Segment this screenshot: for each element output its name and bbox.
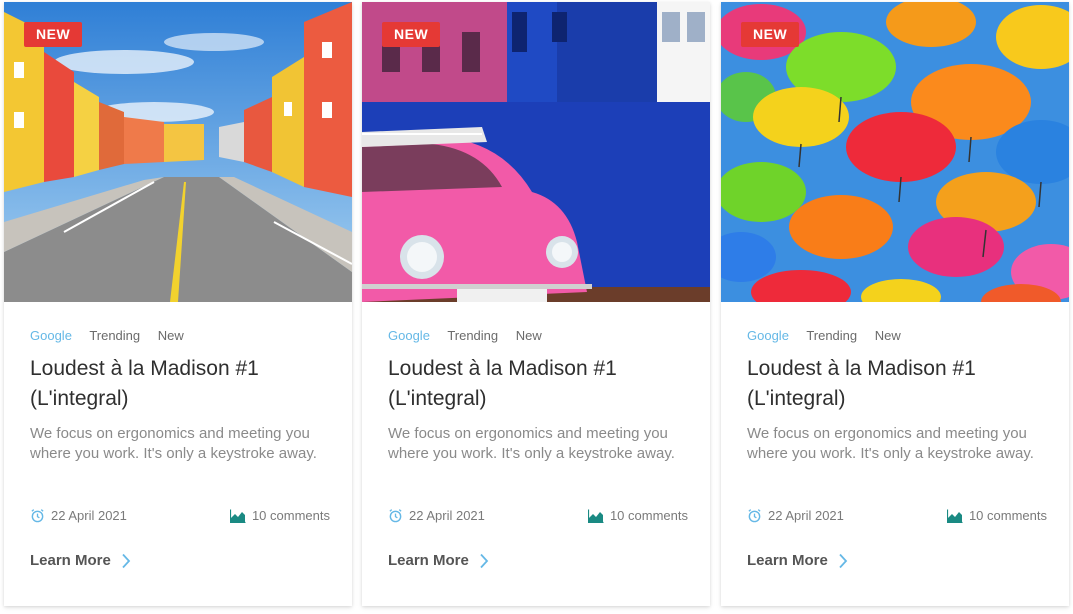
tag-trending[interactable]: Trending: [89, 328, 140, 343]
area-chart-icon: [587, 509, 604, 523]
comments-text: 10 comments: [609, 508, 688, 523]
tag-list: Google Trending New: [30, 328, 198, 343]
card-date: 22 April 2021: [30, 508, 127, 523]
tag-new[interactable]: New: [516, 328, 542, 343]
street-illustration: [4, 2, 352, 302]
new-badge: NEW: [24, 22, 83, 47]
area-chart-icon: [946, 509, 963, 523]
comments-text: 10 comments: [251, 508, 330, 523]
tag-new[interactable]: New: [875, 328, 901, 343]
date-text: 22 April 2021: [51, 508, 127, 523]
card-date: 22 April 2021: [388, 508, 485, 523]
card-comments: 10 comments: [946, 508, 1047, 523]
alarm-clock-icon: [31, 509, 44, 523]
comments-text: 10 comments: [968, 508, 1047, 523]
card-title[interactable]: Loudest à la Madison #1 (L'integral): [747, 354, 1047, 414]
card-title[interactable]: Loudest à la Madison #1 (L'integral): [388, 354, 688, 414]
date-text: 22 April 2021: [409, 508, 485, 523]
learn-more-link[interactable]: Learn More: [30, 552, 131, 569]
card-description: We focus on ergonomics and meeting you w…: [747, 425, 1034, 462]
blog-card[interactable]: NEW Google Trending New Loudest à la Mad…: [4, 2, 352, 606]
learn-more-label: Learn More: [747, 552, 828, 569]
tag-google[interactable]: Google: [30, 328, 72, 343]
tag-trending[interactable]: Trending: [447, 328, 498, 343]
blog-card[interactable]: NEW Google Trending New Loudest à la Mad…: [362, 2, 710, 606]
tag-trending[interactable]: Trending: [806, 328, 857, 343]
chevron-right-icon: [839, 553, 848, 568]
date-text: 22 April 2021: [768, 508, 844, 523]
learn-more-label: Learn More: [388, 552, 469, 569]
car-photo[interactable]: [362, 2, 710, 302]
tag-google[interactable]: Google: [388, 328, 430, 343]
chevron-right-icon: [480, 553, 489, 568]
alarm-clock-icon: [389, 509, 402, 523]
blog-card[interactable]: NEW Google Trending New Loudest à la Mad…: [721, 2, 1069, 606]
area-chart-icon: [229, 509, 246, 523]
tag-new[interactable]: New: [158, 328, 184, 343]
umbrellas-photo[interactable]: [721, 2, 1069, 302]
tag-list: Google Trending New: [747, 328, 915, 343]
new-badge: NEW: [741, 22, 800, 47]
learn-more-link[interactable]: Learn More: [747, 552, 848, 569]
street-photo[interactable]: [4, 2, 352, 302]
card-date: 22 April 2021: [747, 508, 844, 523]
card-description: We focus on ergonomics and meeting you w…: [30, 425, 317, 462]
card-description: We focus on ergonomics and meeting you w…: [388, 425, 675, 462]
alarm-clock-icon: [748, 509, 761, 523]
tag-list: Google Trending New: [388, 328, 556, 343]
tag-google[interactable]: Google: [747, 328, 789, 343]
card-title[interactable]: Loudest à la Madison #1 (L'integral): [30, 354, 330, 414]
learn-more-label: Learn More: [30, 552, 111, 569]
card-comments: 10 comments: [229, 508, 330, 523]
learn-more-link[interactable]: Learn More: [388, 552, 489, 569]
chevron-right-icon: [122, 553, 131, 568]
pink-car-illustration: [362, 2, 710, 302]
new-badge: NEW: [382, 22, 441, 47]
card-comments: 10 comments: [587, 508, 688, 523]
umbrellas-illustration: [721, 2, 1069, 302]
